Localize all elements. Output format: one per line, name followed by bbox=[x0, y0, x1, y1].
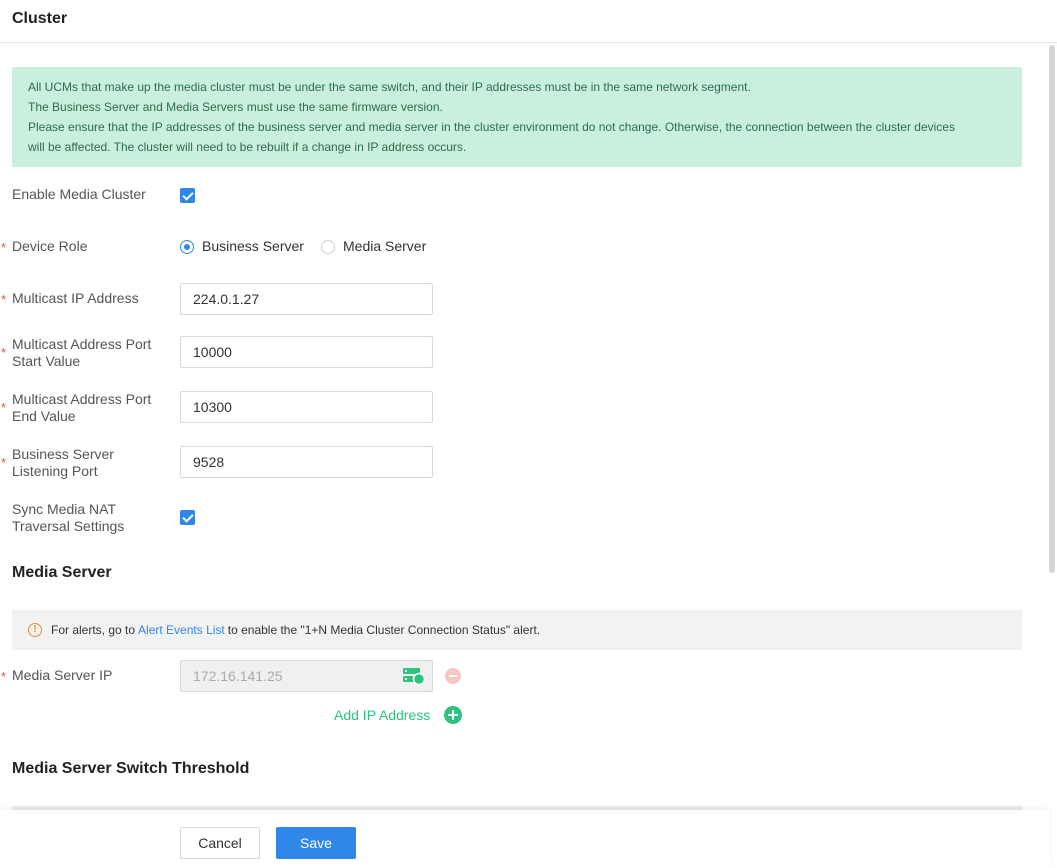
multicast-ip-input[interactable] bbox=[180, 283, 433, 315]
port-end-input[interactable] bbox=[180, 391, 433, 423]
enable-media-cluster-label: Enable Media Cluster bbox=[12, 186, 146, 202]
sync-nat-label-line: Sync Media NAT bbox=[12, 501, 116, 517]
add-ip-address-link[interactable]: Add IP Address bbox=[334, 707, 430, 723]
sync-nat-label-line: Traversal Settings bbox=[12, 518, 125, 534]
enable-media-cluster-checkbox[interactable] bbox=[180, 188, 195, 203]
listening-port-label-line: Listening Port bbox=[12, 463, 98, 479]
multicast-ip-label: Multicast IP Address bbox=[12, 290, 139, 306]
device-role-label: Device Role bbox=[12, 238, 88, 254]
sync-nat-checkbox[interactable] bbox=[180, 510, 195, 525]
notice-line: will be affected. The cluster will need … bbox=[28, 140, 467, 154]
page-title: Cluster bbox=[12, 10, 68, 27]
port-start-label: Multicast Address Port Start Value bbox=[12, 336, 151, 370]
notice-line: All UCMs that make up the media cluster … bbox=[28, 80, 751, 94]
alert-prefix: For alerts, go to bbox=[51, 623, 136, 637]
port-start-label-line: Start Value bbox=[12, 353, 81, 369]
add-icon[interactable] bbox=[444, 706, 462, 724]
notice-line: The Business Server and Media Servers mu… bbox=[28, 100, 443, 114]
port-end-label-line: End Value bbox=[12, 408, 76, 424]
port-end-label: Multicast Address Port End Value bbox=[12, 391, 151, 425]
listening-port-input[interactable] bbox=[180, 446, 433, 478]
alert-banner: ! For alerts, go to Alert Events List to… bbox=[12, 610, 1022, 650]
required-mark: * bbox=[1, 345, 7, 360]
switch-threshold-title: Media Server Switch Threshold bbox=[12, 760, 250, 777]
media-server-ip-label: Media Server IP bbox=[12, 667, 113, 683]
listening-port-label: Business Server Listening Port bbox=[12, 446, 114, 480]
required-mark: * bbox=[1, 400, 7, 415]
port-start-input[interactable] bbox=[180, 336, 433, 368]
port-end-label-line: Multicast Address Port bbox=[12, 391, 152, 407]
alert-suffix: to enable the "1+N Media Cluster Connect… bbox=[227, 623, 541, 637]
business-server-radio-label[interactable]: Business Server bbox=[202, 238, 304, 254]
page-header: Cluster bbox=[0, 0, 1057, 43]
notice-line: Please ensure that the IP addresses of t… bbox=[28, 120, 955, 134]
required-mark: * bbox=[1, 455, 7, 470]
media-server-title: Media Server bbox=[12, 564, 112, 581]
port-start-label-line: Multicast Address Port bbox=[12, 336, 152, 352]
warning-icon: ! bbox=[28, 623, 42, 637]
required-mark: * bbox=[1, 669, 7, 684]
required-mark: * bbox=[1, 240, 7, 255]
media-server-radio[interactable] bbox=[321, 240, 335, 254]
vertical-scrollbar[interactable] bbox=[1049, 45, 1055, 573]
save-button[interactable]: Save bbox=[276, 827, 356, 859]
sync-nat-label: Sync Media NAT Traversal Settings bbox=[12, 501, 124, 535]
cluster-notice: All UCMs that make up the media cluster … bbox=[12, 67, 1022, 167]
cancel-button[interactable]: Cancel bbox=[180, 827, 260, 859]
required-mark: * bbox=[1, 292, 7, 307]
media-server-radio-label[interactable]: Media Server bbox=[343, 238, 426, 254]
server-status-icon bbox=[403, 668, 425, 685]
business-server-radio[interactable] bbox=[180, 240, 194, 254]
listening-port-label-line: Business Server bbox=[12, 446, 114, 462]
alert-events-list-link[interactable]: Alert Events List bbox=[138, 623, 225, 637]
remove-ip-icon[interactable] bbox=[445, 668, 461, 684]
footer-actions: Cancel Save bbox=[0, 810, 1050, 868]
media-server-ip-input[interactable] bbox=[180, 660, 433, 692]
